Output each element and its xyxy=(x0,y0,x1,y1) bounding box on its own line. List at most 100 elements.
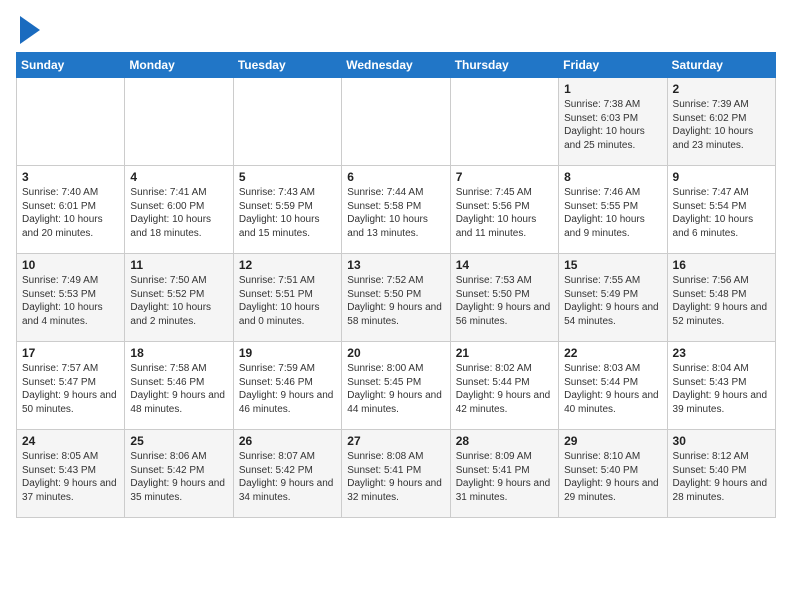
calendar-cell: 17 Sunrise: 7:57 AM Sunset: 5:47 PM Dayli… xyxy=(17,342,125,430)
calendar-cell: 6 Sunrise: 7:44 AM Sunset: 5:58 PM Daylig… xyxy=(342,166,450,254)
day-info: Sunrise: 8:04 AM Sunset: 5:43 PM Dayligh… xyxy=(673,362,770,416)
calendar-week-3: 10 Sunrise: 7:49 AM Sunset: 5:53 PM Dayli… xyxy=(17,254,776,342)
calendar-cell: 2Sunrise: 7:39 AM Sunset: 6:02 PM Daylig… xyxy=(667,78,775,166)
day-number: 13 xyxy=(347,258,444,272)
page-header xyxy=(16,16,776,44)
calendar-cell: 16 Sunrise: 7:56 AM Sunset: 5:48 PM Dayli… xyxy=(667,254,775,342)
day-number: 5 xyxy=(239,170,336,184)
day-info: Sunrise: 7:40 AM Sunset: 6:01 PM Dayligh… xyxy=(22,186,119,240)
calendar-cell: 12 Sunrise: 7:51 AM Sunset: 5:51 PM Dayli… xyxy=(233,254,341,342)
day-number: 24 xyxy=(22,434,119,448)
day-number: 6 xyxy=(347,170,444,184)
weekday-header-monday: Monday xyxy=(125,53,233,78)
calendar-cell: 1 Sunrise: 7:38 AM Sunset: 6:03 PM Daylig… xyxy=(559,78,667,166)
calendar-cell xyxy=(17,78,125,166)
logo-text xyxy=(16,16,40,44)
day-number: 16 xyxy=(673,258,770,272)
day-number: 17 xyxy=(22,346,119,360)
day-info: Sunrise: 7:52 AM Sunset: 5:50 PM Dayligh… xyxy=(347,274,444,328)
day-number: 27 xyxy=(347,434,444,448)
day-info: Sunrise: 8:05 AM Sunset: 5:43 PM Dayligh… xyxy=(22,450,119,504)
calendar-body: 1 Sunrise: 7:38 AM Sunset: 6:03 PM Daylig… xyxy=(17,78,776,518)
day-info: Sunrise: 8:10 AM Sunset: 5:40 PM Dayligh… xyxy=(564,450,661,504)
day-number: 29 xyxy=(564,434,661,448)
day-info: Sunrise: 8:06 AM Sunset: 5:42 PM Dayligh… xyxy=(130,450,227,504)
day-info: Sunrise: 8:07 AM Sunset: 5:42 PM Dayligh… xyxy=(239,450,336,504)
day-number: 9 xyxy=(673,170,770,184)
calendar-cell: 27Sunrise: 8:08 AM Sunset: 5:41 PM Dayli… xyxy=(342,430,450,518)
day-number: 8 xyxy=(564,170,661,184)
calendar-cell: 24 Sunrise: 8:05 AM Sunset: 5:43 PM Dayli… xyxy=(17,430,125,518)
calendar-cell: 22Sunrise: 8:03 AM Sunset: 5:44 PM Dayli… xyxy=(559,342,667,430)
calendar-cell: 13 Sunrise: 7:52 AM Sunset: 5:50 PM Dayli… xyxy=(342,254,450,342)
day-info: Sunrise: 7:44 AM Sunset: 5:58 PM Dayligh… xyxy=(347,186,444,240)
day-number: 1 xyxy=(564,82,661,96)
calendar-cell: 19 Sunrise: 7:59 AM Sunset: 5:46 PM Dayli… xyxy=(233,342,341,430)
day-number: 12 xyxy=(239,258,336,272)
calendar-cell: 7 Sunrise: 7:45 AM Sunset: 5:56 PM Daylig… xyxy=(450,166,558,254)
day-number: 26 xyxy=(239,434,336,448)
calendar-cell: 20 Sunrise: 8:00 AM Sunset: 5:45 PM Dayli… xyxy=(342,342,450,430)
calendar-cell: 26 Sunrise: 8:07 AM Sunset: 5:42 PM Dayli… xyxy=(233,430,341,518)
calendar-cell xyxy=(233,78,341,166)
weekday-header-friday: Friday xyxy=(559,53,667,78)
day-info: Sunrise: 8:02 AM Sunset: 5:44 PM Dayligh… xyxy=(456,362,553,416)
day-number: 19 xyxy=(239,346,336,360)
calendar-cell: 21 Sunrise: 8:02 AM Sunset: 5:44 PM Dayli… xyxy=(450,342,558,430)
calendar-cell: 5Sunrise: 7:43 AM Sunset: 5:59 PM Daylig… xyxy=(233,166,341,254)
day-number: 11 xyxy=(130,258,227,272)
day-info: Sunrise: 7:53 AM Sunset: 5:50 PM Dayligh… xyxy=(456,274,553,328)
day-info: Sunrise: 7:58 AM Sunset: 5:46 PM Dayligh… xyxy=(130,362,227,416)
day-info: Sunrise: 8:12 AM Sunset: 5:40 PM Dayligh… xyxy=(673,450,770,504)
calendar-cell xyxy=(342,78,450,166)
day-info: Sunrise: 7:57 AM Sunset: 5:47 PM Dayligh… xyxy=(22,362,119,416)
calendar-cell: 28 Sunrise: 8:09 AM Sunset: 5:41 PM Dayli… xyxy=(450,430,558,518)
calendar-cell xyxy=(125,78,233,166)
day-info: Sunrise: 7:38 AM Sunset: 6:03 PM Dayligh… xyxy=(564,98,661,152)
calendar-cell: 8 Sunrise: 7:46 AM Sunset: 5:55 PM Daylig… xyxy=(559,166,667,254)
calendar-week-5: 24 Sunrise: 8:05 AM Sunset: 5:43 PM Dayli… xyxy=(17,430,776,518)
day-number: 10 xyxy=(22,258,119,272)
day-number: 18 xyxy=(130,346,227,360)
day-info: Sunrise: 7:39 AM Sunset: 6:02 PM Dayligh… xyxy=(673,98,770,152)
weekday-header-saturday: Saturday xyxy=(667,53,775,78)
calendar-cell: 23 Sunrise: 8:04 AM Sunset: 5:43 PM Dayli… xyxy=(667,342,775,430)
day-number: 14 xyxy=(456,258,553,272)
day-number: 7 xyxy=(456,170,553,184)
calendar-cell: 9Sunrise: 7:47 AM Sunset: 5:54 PM Daylig… xyxy=(667,166,775,254)
day-info: Sunrise: 8:09 AM Sunset: 5:41 PM Dayligh… xyxy=(456,450,553,504)
day-number: 3 xyxy=(22,170,119,184)
calendar-cell: 29 Sunrise: 8:10 AM Sunset: 5:40 PM Dayli… xyxy=(559,430,667,518)
calendar-cell: 11Sunrise: 7:50 AM Sunset: 5:52 PM Dayli… xyxy=(125,254,233,342)
calendar-cell: 4Sunrise: 7:41 AM Sunset: 6:00 PM Daylig… xyxy=(125,166,233,254)
weekday-header-thursday: Thursday xyxy=(450,53,558,78)
day-info: Sunrise: 7:45 AM Sunset: 5:56 PM Dayligh… xyxy=(456,186,553,240)
day-info: Sunrise: 7:51 AM Sunset: 5:51 PM Dayligh… xyxy=(239,274,336,328)
day-number: 22 xyxy=(564,346,661,360)
day-info: Sunrise: 7:59 AM Sunset: 5:46 PM Dayligh… xyxy=(239,362,336,416)
day-number: 23 xyxy=(673,346,770,360)
calendar-week-2: 3 Sunrise: 7:40 AM Sunset: 6:01 PM Daylig… xyxy=(17,166,776,254)
calendar-cell: 14 Sunrise: 7:53 AM Sunset: 5:50 PM Dayli… xyxy=(450,254,558,342)
day-number: 4 xyxy=(130,170,227,184)
day-info: Sunrise: 7:46 AM Sunset: 5:55 PM Dayligh… xyxy=(564,186,661,240)
calendar-cell: 10 Sunrise: 7:49 AM Sunset: 5:53 PM Dayli… xyxy=(17,254,125,342)
day-info: Sunrise: 7:49 AM Sunset: 5:53 PM Dayligh… xyxy=(22,274,119,328)
calendar-cell: 3 Sunrise: 7:40 AM Sunset: 6:01 PM Daylig… xyxy=(17,166,125,254)
calendar-cell: 15 Sunrise: 7:55 AM Sunset: 5:49 PM Dayli… xyxy=(559,254,667,342)
day-number: 21 xyxy=(456,346,553,360)
logo-arrow-icon xyxy=(20,16,40,44)
day-number: 25 xyxy=(130,434,227,448)
day-number: 15 xyxy=(564,258,661,272)
logo xyxy=(16,16,40,44)
day-info: Sunrise: 8:00 AM Sunset: 5:45 PM Dayligh… xyxy=(347,362,444,416)
day-number: 28 xyxy=(456,434,553,448)
calendar-cell: 18 Sunrise: 7:58 AM Sunset: 5:46 PM Dayli… xyxy=(125,342,233,430)
day-number: 20 xyxy=(347,346,444,360)
day-number: 30 xyxy=(673,434,770,448)
calendar-header: SundayMondayTuesdayWednesdayThursdayFrid… xyxy=(17,53,776,78)
calendar-cell: 30 Sunrise: 8:12 AM Sunset: 5:40 PM Dayli… xyxy=(667,430,775,518)
calendar-cell xyxy=(450,78,558,166)
day-info: Sunrise: 7:56 AM Sunset: 5:48 PM Dayligh… xyxy=(673,274,770,328)
day-info: Sunrise: 7:55 AM Sunset: 5:49 PM Dayligh… xyxy=(564,274,661,328)
